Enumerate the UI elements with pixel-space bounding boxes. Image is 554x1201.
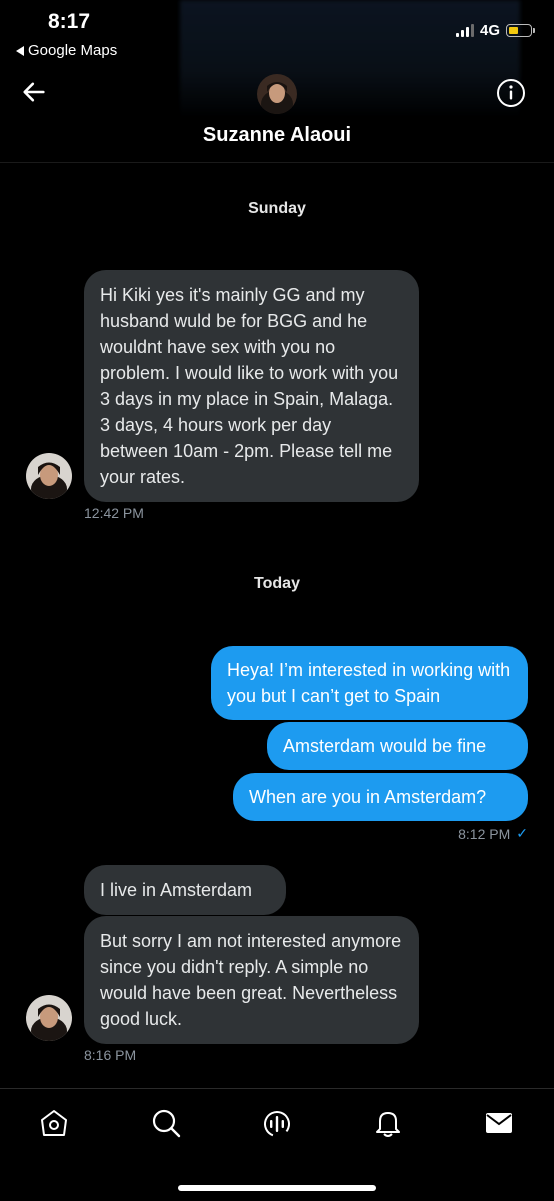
home-indicator[interactable] bbox=[178, 1185, 376, 1191]
outgoing-message[interactable]: When are you in Amsterdam? bbox=[233, 773, 528, 821]
sender-avatar[interactable] bbox=[26, 453, 72, 499]
outgoing-time: 8:12 PM bbox=[458, 825, 511, 842]
info-icon[interactable] bbox=[496, 78, 526, 108]
incoming-message[interactable]: Hi Kiki yes it's mainly GG and my husban… bbox=[84, 270, 419, 502]
conversation-header: 8:17 Google Maps 4G Suzanne Alaoui bbox=[0, 0, 554, 163]
cellular-signal-icon bbox=[455, 24, 474, 37]
back-triangle-icon bbox=[16, 45, 24, 56]
status-indicators: 4G bbox=[455, 22, 535, 39]
message-timestamp: 12:42 PM bbox=[84, 505, 144, 521]
day-separator: Sunday bbox=[248, 200, 306, 217]
incoming-message[interactable]: I live in Amsterdam bbox=[84, 865, 286, 915]
search-icon[interactable] bbox=[150, 1107, 182, 1139]
incoming-message[interactable]: But sorry I am not interested anymore si… bbox=[84, 916, 419, 1044]
contact-name[interactable]: Suzanne Alaoui bbox=[0, 124, 554, 147]
outgoing-message[interactable]: Amsterdam would be fine bbox=[267, 722, 528, 770]
outgoing-message[interactable]: Heya! I’m interested in working with you… bbox=[211, 646, 528, 720]
day-separator: Today bbox=[254, 575, 300, 592]
messages-icon[interactable] bbox=[483, 1107, 515, 1139]
spaces-icon[interactable] bbox=[261, 1107, 293, 1139]
back-to-app-link[interactable]: Google Maps bbox=[16, 42, 117, 59]
message-timestamp: 8:16 PM bbox=[84, 1047, 137, 1063]
back-arrow-icon[interactable] bbox=[20, 78, 48, 106]
network-type: 4G bbox=[479, 22, 500, 39]
read-check-icon: ✓ bbox=[516, 825, 528, 841]
home-icon[interactable] bbox=[38, 1107, 70, 1139]
header-avatar[interactable] bbox=[257, 74, 297, 114]
sender-avatar[interactable] bbox=[26, 995, 72, 1041]
back-app-label: Google Maps bbox=[28, 42, 118, 59]
battery-icon bbox=[506, 24, 535, 37]
outgoing-timestamp: 8:12 PM ✓ bbox=[458, 825, 528, 842]
status-time: 8:17 bbox=[48, 10, 91, 33]
bottom-tab-bar bbox=[0, 1088, 554, 1201]
status-bar: 8:17 Google Maps 4G bbox=[0, 0, 554, 70]
notifications-icon[interactable] bbox=[372, 1107, 404, 1139]
